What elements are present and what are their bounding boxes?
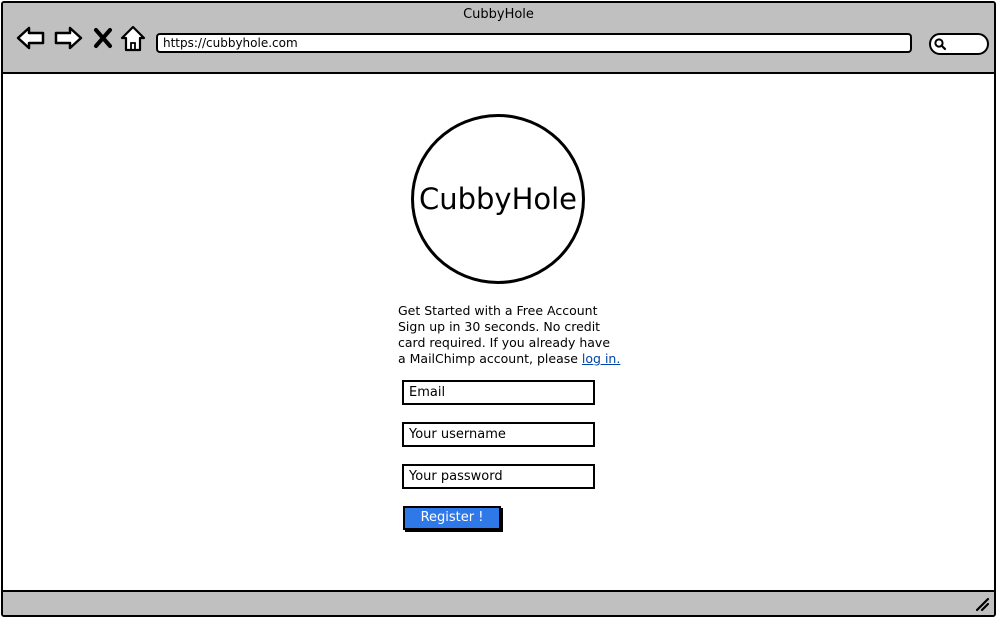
username-input[interactable] — [402, 422, 595, 447]
forward-arrow-icon[interactable] — [53, 23, 83, 53]
search-box[interactable] — [929, 33, 989, 55]
close-x-icon[interactable] — [91, 23, 115, 53]
home-icon[interactable] — [119, 23, 147, 53]
register-button[interactable]: Register ! — [403, 506, 501, 530]
search-icon — [934, 38, 947, 51]
status-bar — [3, 590, 994, 615]
back-arrow-icon[interactable] — [16, 23, 46, 53]
cubbyhole-logo: CubbyHole — [411, 114, 585, 284]
window-title: CubbyHole — [463, 7, 534, 22]
signup-intro: Get Started with a Free Account Sign up … — [398, 303, 628, 367]
intro-line-4-text: a MailChimp account, please — [398, 351, 582, 366]
browser-window: CubbyHole https://cubbyhole.com CubbyHol… — [1, 1, 996, 617]
intro-line-2: Sign up in 30 seconds. No credit — [398, 319, 601, 334]
email-input[interactable] — [402, 380, 595, 405]
intro-line-4: a MailChimp account, please log in. — [398, 351, 628, 367]
intro-line-3: card required. If you already have — [398, 335, 611, 350]
login-link[interactable]: log in. — [582, 351, 620, 366]
resize-grip-icon[interactable] — [974, 596, 990, 612]
browser-toolbar: CubbyHole https://cubbyhole.com — [3, 3, 994, 74]
intro-heading: Get Started with a Free Account — [398, 303, 598, 318]
password-input[interactable] — [402, 464, 595, 489]
address-bar[interactable]: https://cubbyhole.com — [156, 33, 912, 53]
